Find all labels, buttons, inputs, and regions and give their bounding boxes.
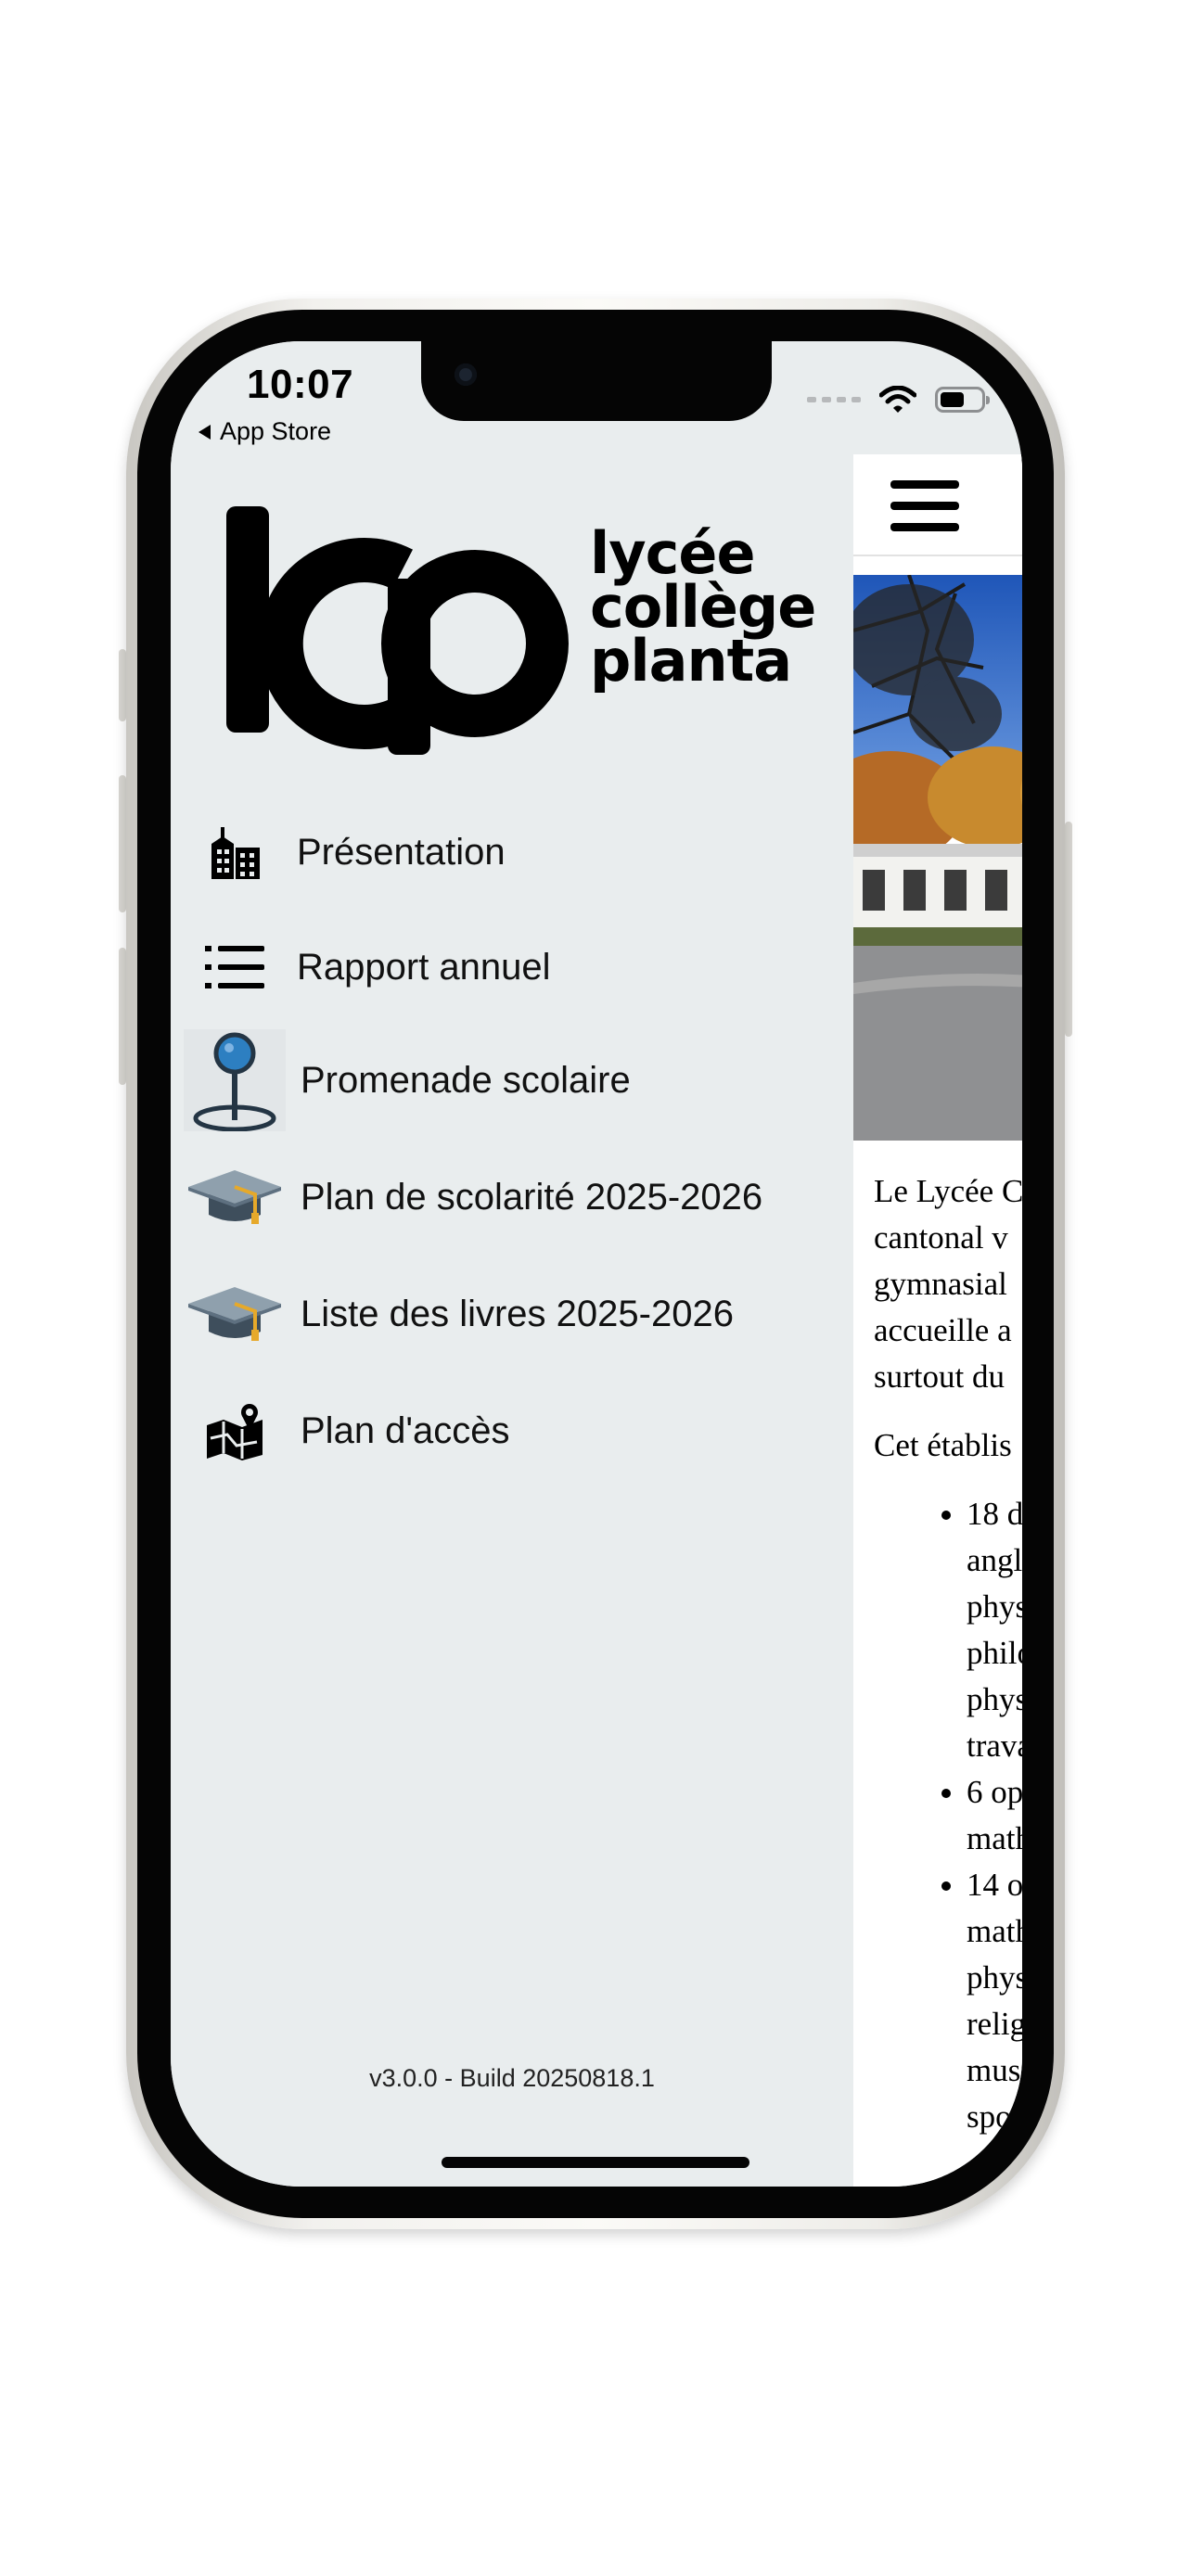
- battery-icon: [935, 387, 990, 413]
- article-list: 18 d angl phys philo phys trava 6 op mat…: [874, 1491, 1022, 2140]
- version-label: v3.0.0 - Build 20250818.1: [369, 2064, 655, 2092]
- menu-item-rapport-annuel[interactable]: Rapport annuel: [171, 916, 853, 1018]
- article-paragraph-1: Le Lycée C cantonal v gymnasial accueill…: [874, 1173, 1022, 1395]
- lcp-logo-mark: [226, 506, 569, 755]
- lcp-logo: [226, 504, 570, 759]
- home-indicator[interactable]: [442, 2157, 749, 2168]
- menu-item-liste-des-livres[interactable]: Liste des livres 2025-2026: [171, 1263, 853, 1365]
- article-paragraph-2: Cet établis: [874, 1427, 1012, 1463]
- navigation-drawer: lycée collège planta Présentation Rappor…: [171, 341, 853, 2187]
- notch: [421, 341, 772, 421]
- list-item: 6 op math: [967, 1769, 1022, 1862]
- map-location-icon: [184, 1380, 286, 1482]
- volume-down-button: [119, 948, 126, 1085]
- hamburger-menu-icon[interactable]: [890, 480, 959, 532]
- front-camera: [455, 363, 477, 386]
- menu-label: Rapport annuel: [297, 946, 551, 988]
- logo-wordmark: lycée collège planta: [590, 519, 816, 695]
- list-item: 14 o math phys relig mus spo: [967, 1862, 1022, 2140]
- screen: Le Lycée C cantonal v gymnasial accueill…: [171, 341, 1022, 2187]
- menu-label: Promenade scolaire: [301, 1059, 631, 1101]
- battery-level: [941, 392, 964, 407]
- cellular-signal-icon: [807, 397, 861, 402]
- menu-item-plan-d-acces[interactable]: Plan d'accès: [171, 1380, 853, 1482]
- silent-switch: [119, 649, 126, 721]
- menu-label: Plan d'accès: [301, 1409, 510, 1451]
- graduation-cap-icon: [184, 1263, 286, 1365]
- content-header: [853, 454, 1022, 556]
- power-button: [1065, 822, 1072, 1037]
- article-text: Le Lycée C cantonal v gymnasial accueill…: [874, 1168, 1022, 2140]
- content-panel: Le Lycée C cantonal v gymnasial accueill…: [853, 454, 1022, 2187]
- menu-label: Liste des livres 2025-2026: [301, 1293, 734, 1334]
- status-time: 10:07: [247, 362, 354, 407]
- list-icon: [184, 916, 286, 1018]
- menu-item-promenade-scolaire[interactable]: Promenade scolaire: [171, 1029, 853, 1131]
- back-to-app-store[interactable]: App Store: [198, 417, 331, 446]
- menu-item-presentation[interactable]: Présentation: [171, 801, 853, 903]
- menu-item-plan-de-scolarite[interactable]: Plan de scolarité 2025-2026: [171, 1146, 853, 1248]
- volume-up-button: [119, 775, 126, 912]
- building-icon: [184, 801, 286, 903]
- back-arrow-icon: [198, 424, 211, 440]
- menu-label: Plan de scolarité 2025-2026: [301, 1176, 763, 1218]
- status-icons: [807, 386, 990, 414]
- graduation-cap-icon: [184, 1146, 286, 1248]
- back-label: App Store: [220, 417, 332, 445]
- school-photo: [853, 575, 1022, 1141]
- menu-label: Présentation: [297, 831, 506, 873]
- map-pin-icon: [184, 1029, 286, 1131]
- list-item: 18 d angl phys philo phys trava: [967, 1491, 1022, 1769]
- wifi-icon: [879, 386, 916, 413]
